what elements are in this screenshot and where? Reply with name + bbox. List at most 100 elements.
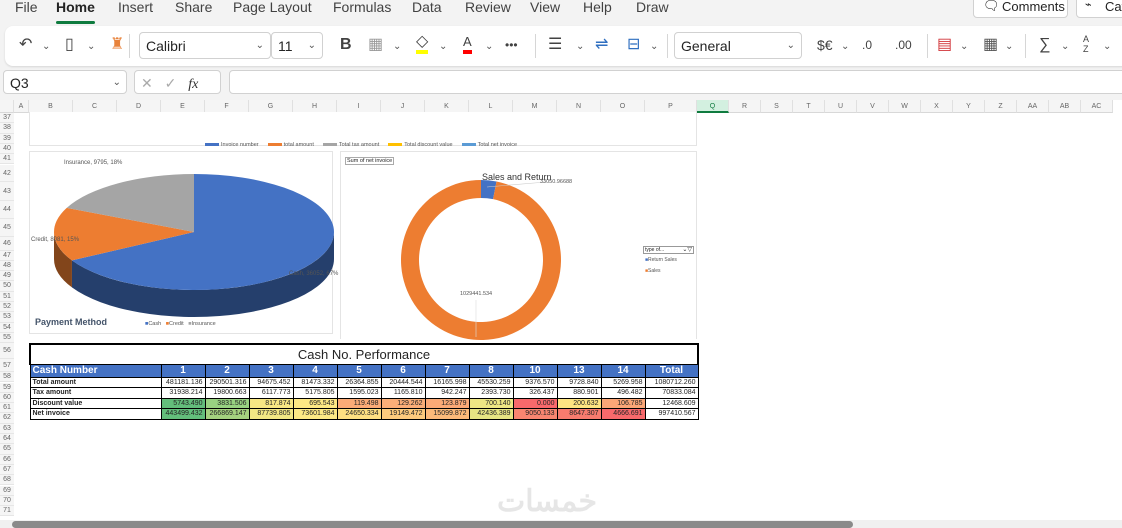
table-cell[interactable]: 443499.432 <box>160 408 206 420</box>
font-select[interactable]: Calibri ⌄ <box>139 32 271 59</box>
table-cell[interactable]: 5743.490 <box>160 397 206 409</box>
column-header[interactable]: 8 <box>468 363 514 378</box>
column-header-y[interactable]: Y <box>953 100 985 113</box>
row-header-63[interactable]: 63 <box>0 423 14 434</box>
decrease-decimal-button[interactable]: .00 <box>895 34 912 56</box>
chevron-down-icon[interactable]: ⌄ <box>1103 41 1111 52</box>
chevron-down-icon[interactable]: ⌄ <box>576 41 584 52</box>
borders-icon[interactable]: ▦ <box>368 34 383 56</box>
table-cell[interactable]: 19800.663 <box>204 387 250 399</box>
cancel-icon[interactable]: ✕ <box>141 75 153 91</box>
line-chart[interactable]: Invoice number total amount Total tax amou… <box>29 112 697 148</box>
row-header-60[interactable]: 60 <box>0 392 14 404</box>
chevron-down-icon[interactable]: ⌄ <box>1061 41 1069 52</box>
table-cell[interactable]: 496.482 <box>600 387 646 399</box>
table-cell[interactable]: 106.785 <box>600 397 646 409</box>
table-cell[interactable]: 880.901 <box>556 387 602 399</box>
row-header-51[interactable]: 51 <box>0 291 14 302</box>
tab-formulas[interactable]: Formulas <box>333 0 391 15</box>
number-format-select[interactable]: General ⌄ <box>674 32 802 59</box>
tab-view[interactable]: View <box>530 0 560 15</box>
row-header-71[interactable]: 71 <box>0 506 14 517</box>
column-header-s[interactable]: S <box>761 100 793 113</box>
row-header-37[interactable]: 37 <box>0 113 14 124</box>
bold-button[interactable]: B <box>340 34 352 56</box>
table-cell[interactable]: 24650.334 <box>336 408 382 420</box>
row-header-44[interactable]: 44 <box>0 200 14 219</box>
table-cell[interactable]: 20444.544 <box>380 376 426 388</box>
tab-share[interactable]: Share <box>175 0 212 15</box>
horizontal-scrollbar[interactable] <box>0 520 1122 528</box>
table-cell[interactable]: 700.140 <box>468 397 514 409</box>
column-header[interactable]: 1 <box>160 363 206 378</box>
table-cell[interactable]: 3831.506 <box>204 397 250 409</box>
select-all-corner[interactable] <box>0 100 14 113</box>
table-cell[interactable]: 73601.984 <box>292 408 338 420</box>
row-header-42[interactable]: 42 <box>0 164 14 182</box>
table-cell[interactable]: 997410.567 <box>644 408 699 420</box>
table-cell[interactable]: 129.262 <box>380 397 426 409</box>
clipboard-icon[interactable]: ▯ <box>65 34 74 56</box>
row-header-57[interactable]: 57 <box>0 359 14 373</box>
tab-data[interactable]: Data <box>412 0 442 15</box>
table-cell[interactable]: 81473.332 <box>292 376 338 388</box>
table-cell[interactable]: 9050.133 <box>512 408 558 420</box>
autosum-button[interactable]: ∑ <box>1039 34 1050 56</box>
chevron-down-icon[interactable]: ⌄ <box>87 41 95 52</box>
table-cell[interactable]: 9376.570 <box>512 376 558 388</box>
comments-button[interactable]: 🗨 Comments <box>973 0 1068 18</box>
column-header-a[interactable]: A <box>14 100 29 113</box>
column-header[interactable]: 10 <box>512 363 558 378</box>
tab-help[interactable]: Help <box>583 0 612 15</box>
row-label[interactable]: Discount value <box>29 397 162 409</box>
table-cell[interactable]: 119.498 <box>336 397 382 409</box>
wrap-text-icon[interactable]: ⇌ <box>595 34 608 56</box>
conditional-format-icon[interactable]: ▤ <box>937 34 952 56</box>
row-header-43[interactable]: 43 <box>0 181 14 201</box>
table-cell[interactable]: 5269.958 <box>600 376 646 388</box>
row-header-41[interactable]: 41 <box>0 154 14 165</box>
donut-slice-sales[interactable] <box>401 180 561 340</box>
row-header-66[interactable]: 66 <box>0 454 14 465</box>
table-cell[interactable]: 942.247 <box>424 387 470 399</box>
column-header[interactable]: 3 <box>248 363 294 378</box>
column-header-u[interactable]: U <box>825 100 857 113</box>
row-header-59[interactable]: 59 <box>0 382 14 393</box>
column-header-aa[interactable]: AA <box>1017 100 1049 113</box>
format-table-icon[interactable]: ▦ <box>983 34 998 56</box>
column-header-x[interactable]: X <box>921 100 953 113</box>
chevron-down-icon[interactable]: ⌄ <box>439 41 447 52</box>
name-box[interactable]: Q3 ⌄ <box>3 70 127 94</box>
column-header-q[interactable]: Q <box>697 100 729 113</box>
type-filter-dropdown[interactable]: type of... ⌄▽ <box>643 246 694 254</box>
table-cell[interactable]: 8647.307 <box>556 408 602 420</box>
table-cell[interactable]: 326.437 <box>512 387 558 399</box>
table-cell[interactable]: 0.000 <box>512 397 558 409</box>
table-cell[interactable]: 481181.136 <box>160 376 206 388</box>
column-header[interactable]: Total <box>644 363 699 378</box>
table-cell[interactable]: 1165.810 <box>380 387 426 399</box>
row-header-52[interactable]: 52 <box>0 302 14 313</box>
merge-icon[interactable]: ⊟ <box>627 34 640 56</box>
column-header[interactable]: 2 <box>204 363 250 378</box>
row-header-47[interactable]: 47 <box>0 250 14 261</box>
row-header-69[interactable]: 69 <box>0 485 14 496</box>
increase-decimal-button[interactable]: .0 <box>862 34 872 56</box>
row-header-40[interactable]: 40 <box>0 143 14 155</box>
row-header-53[interactable]: 53 <box>0 312 14 323</box>
column-header-z[interactable]: Z <box>985 100 1017 113</box>
table-cell[interactable]: 266869.147 <box>204 408 250 420</box>
row-header-70[interactable]: 70 <box>0 495 14 507</box>
table-cell[interactable]: 31938.214 <box>160 387 206 399</box>
table-cell[interactable]: 123.879 <box>424 397 470 409</box>
tab-draw[interactable]: Draw <box>636 0 669 15</box>
align-icon[interactable]: ☰ <box>548 34 562 56</box>
table-cell[interactable]: 42436.389 <box>468 408 514 420</box>
table-cell[interactable]: 5175.805 <box>292 387 338 399</box>
undo-icon[interactable]: ↶ <box>19 34 32 56</box>
table-cell[interactable]: 87739.805 <box>248 408 294 420</box>
table-cell[interactable]: 12468.609 <box>644 397 699 409</box>
table-cell[interactable]: 1080712.260 <box>644 376 699 388</box>
table-cell[interactable]: 70833.084 <box>644 387 699 399</box>
tab-file[interactable]: File <box>15 0 38 15</box>
